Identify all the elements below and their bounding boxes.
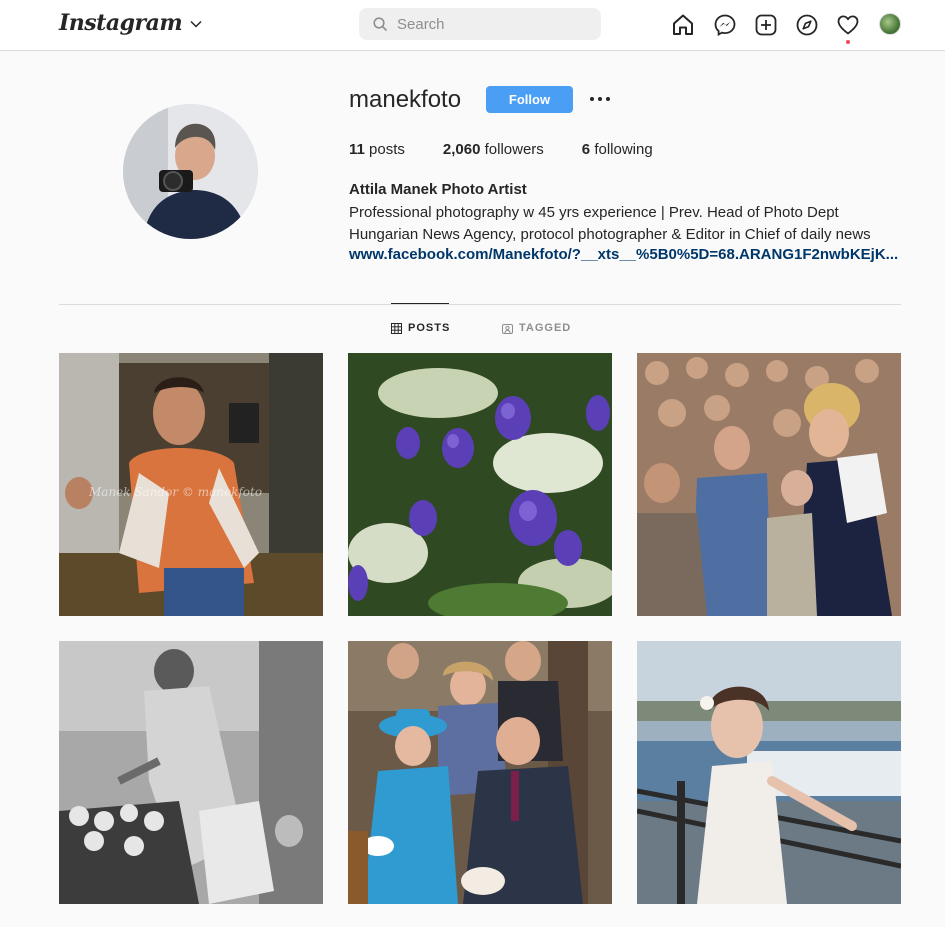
tab-tagged[interactable]: TAGGED <box>502 322 571 334</box>
top-nav-bar: Instagram <box>0 0 945 51</box>
stat-label: posts <box>369 141 405 158</box>
logo-text: Instagram <box>59 10 183 36</box>
explore-icon[interactable] <box>795 13 819 37</box>
search-box[interactable] <box>359 8 601 40</box>
stat-label: followers <box>484 141 544 158</box>
post-image-queen-and-prince <box>348 641 612 904</box>
tab-label: TAGGED <box>519 322 572 334</box>
post-thumbnail[interactable]: Manek Sandor © manekfoto <box>59 353 323 616</box>
tabs-divider <box>59 304 901 305</box>
profile-full-name: Attila Manek Photo Artist <box>349 181 527 198</box>
profile-username: manekfoto <box>349 86 462 113</box>
stat-label: following <box>594 141 653 158</box>
grid-icon <box>391 322 402 334</box>
instagram-logo[interactable]: Instagram <box>59 10 202 36</box>
chevron-down-icon <box>190 20 202 28</box>
tab-posts[interactable]: POSTS <box>391 322 450 334</box>
more-options-icon[interactable] <box>589 90 611 108</box>
stat-value: 2,060 <box>442 141 481 158</box>
post-image-man-orange-jacket: Manek Sandor © manekfoto <box>59 353 323 616</box>
home-icon[interactable] <box>671 13 695 37</box>
post-thumbnail[interactable] <box>348 641 612 904</box>
post-image-market-woman <box>59 641 323 904</box>
post-thumbnail[interactable] <box>637 353 901 616</box>
followers-count[interactable]: 2,060 followers <box>443 141 544 158</box>
active-tab-indicator <box>391 303 449 304</box>
post-thumbnail[interactable] <box>59 641 323 904</box>
stat-value: 6 <box>581 141 591 158</box>
tagged-user-icon <box>502 323 513 334</box>
messenger-icon[interactable] <box>713 13 737 37</box>
activity-heart-icon[interactable] <box>836 13 860 37</box>
post-image-bride-riverside <box>637 641 901 904</box>
image-watermark: Manek Sandor © manekfoto <box>88 485 262 499</box>
profile-photo <box>123 104 258 239</box>
notification-dot <box>846 40 850 44</box>
posts-count[interactable]: 11 posts <box>349 141 405 158</box>
profile-website-link[interactable]: www.facebook.com/Manekfoto/?__xts__%5B0%… <box>349 246 899 263</box>
post-image-violets <box>348 353 612 616</box>
post-image-crowd-handshake <box>637 353 901 616</box>
profile-bio: Professional photography w 45 yrs experi… <box>349 204 871 243</box>
profile-avatar-large[interactable] <box>123 104 258 239</box>
profile-avatar[interactable] <box>879 13 901 35</box>
post-thumbnail[interactable] <box>637 641 901 904</box>
profile-stats: 11 posts 2,060 followers 6 following <box>349 141 691 158</box>
stat-value: 11 <box>349 141 365 158</box>
new-post-icon[interactable] <box>754 13 778 37</box>
post-thumbnail[interactable] <box>348 353 612 616</box>
search-input[interactable] <box>397 15 577 33</box>
following-count[interactable]: 6 following <box>582 141 653 158</box>
tab-label: POSTS <box>408 322 451 334</box>
follow-button[interactable]: Follow <box>486 86 573 113</box>
search-icon <box>373 17 387 31</box>
